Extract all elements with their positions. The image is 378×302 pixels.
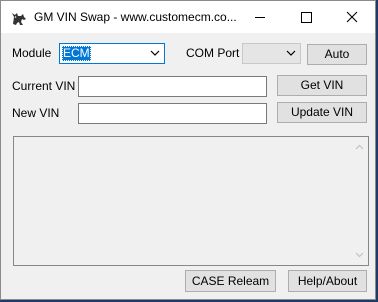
log-scrollbar[interactable] xyxy=(351,137,368,265)
get-vin-button[interactable]: Get VIN xyxy=(277,75,367,96)
com-port-select[interactable] xyxy=(242,43,301,64)
scroll-down-arrow-icon[interactable] xyxy=(355,252,364,258)
module-label: Module xyxy=(12,46,52,60)
cat-icon xyxy=(12,13,26,25)
auto-button[interactable]: Auto xyxy=(307,44,367,65)
scroll-up-arrow-icon[interactable] xyxy=(355,144,364,150)
case-relearn-button[interactable]: CASE Releam xyxy=(185,270,276,292)
close-button[interactable] xyxy=(329,1,375,33)
chevron-down-icon xyxy=(286,50,296,56)
help-about-button[interactable]: Help/About xyxy=(288,270,367,292)
new-vin-field[interactable] xyxy=(78,103,267,124)
module-selected-value: ECM xyxy=(62,46,91,61)
minimize-icon xyxy=(255,17,265,18)
close-icon xyxy=(346,11,358,23)
maximize-button[interactable] xyxy=(283,1,329,33)
module-select[interactable]: ECM xyxy=(59,43,165,64)
title-bar[interactable]: GM VIN Swap - www.customecm.co... xyxy=(1,1,375,33)
maximize-icon xyxy=(301,12,312,23)
app-window: GM VIN Swap - www.customecm.co... Module… xyxy=(0,0,376,300)
minimize-button[interactable] xyxy=(237,1,283,33)
window-title: GM VIN Swap - www.customecm.co... xyxy=(34,10,237,24)
current-vin-field[interactable] xyxy=(78,76,267,97)
new-vin-label: New VIN xyxy=(12,106,60,120)
current-vin-label: Current VIN xyxy=(12,79,76,93)
update-vin-button[interactable]: Update VIN xyxy=(277,102,367,123)
log-textarea[interactable] xyxy=(13,136,369,266)
com-port-label: COM Port xyxy=(186,46,240,60)
chevron-down-icon xyxy=(150,50,160,56)
